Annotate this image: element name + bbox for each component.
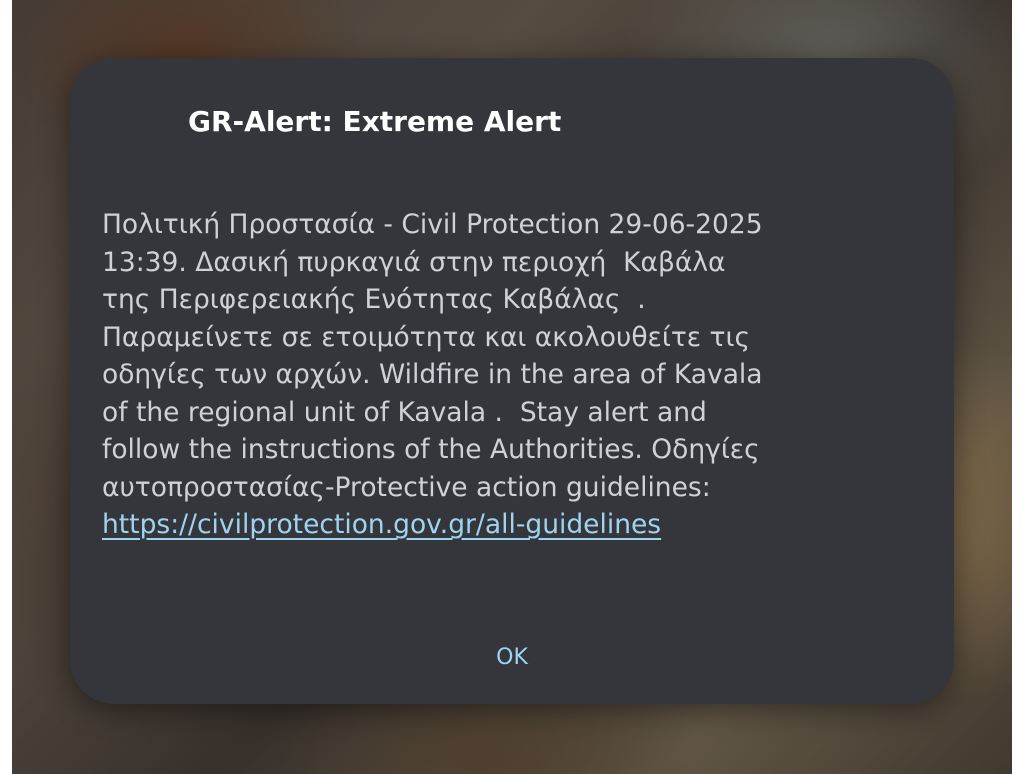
message-line: Πολιτική Προστασία - Civil Protection 29… [102,209,763,240]
dialog-title: GR-Alert: Extreme Alert [188,105,562,138]
alert-message: Πολιτική Προστασία - Civil Protection 29… [102,206,932,544]
message-line: της Περιφερειακής Ενότητας Καβάλας . [102,284,646,315]
alert-dialog: GR-Alert: Extreme Alert Πολιτική Προστασ… [70,58,954,704]
screen: GR-Alert: Extreme Alert Πολιτική Προστασ… [0,0,1024,774]
message-line: 13:39. Δασική πυρκαγιά στην περιοχή Καβά… [102,246,726,278]
message-line: Παραμείνετε σε ετοιμότητα και ακολουθείτ… [102,321,751,353]
ok-button[interactable]: OK [470,636,554,680]
guidelines-link[interactable]: https://civilprotection.gov.gr/all-guide… [102,506,932,544]
message-line: follow the instructions of the Authoriti… [102,434,760,465]
message-line: οδηγίες των αρχών. Wildfire in the area … [102,359,763,390]
message-line: αυτοπροστασίας-Protective action guideli… [102,471,711,503]
message-line: of the regional unit of Kavala . Stay al… [102,396,707,428]
